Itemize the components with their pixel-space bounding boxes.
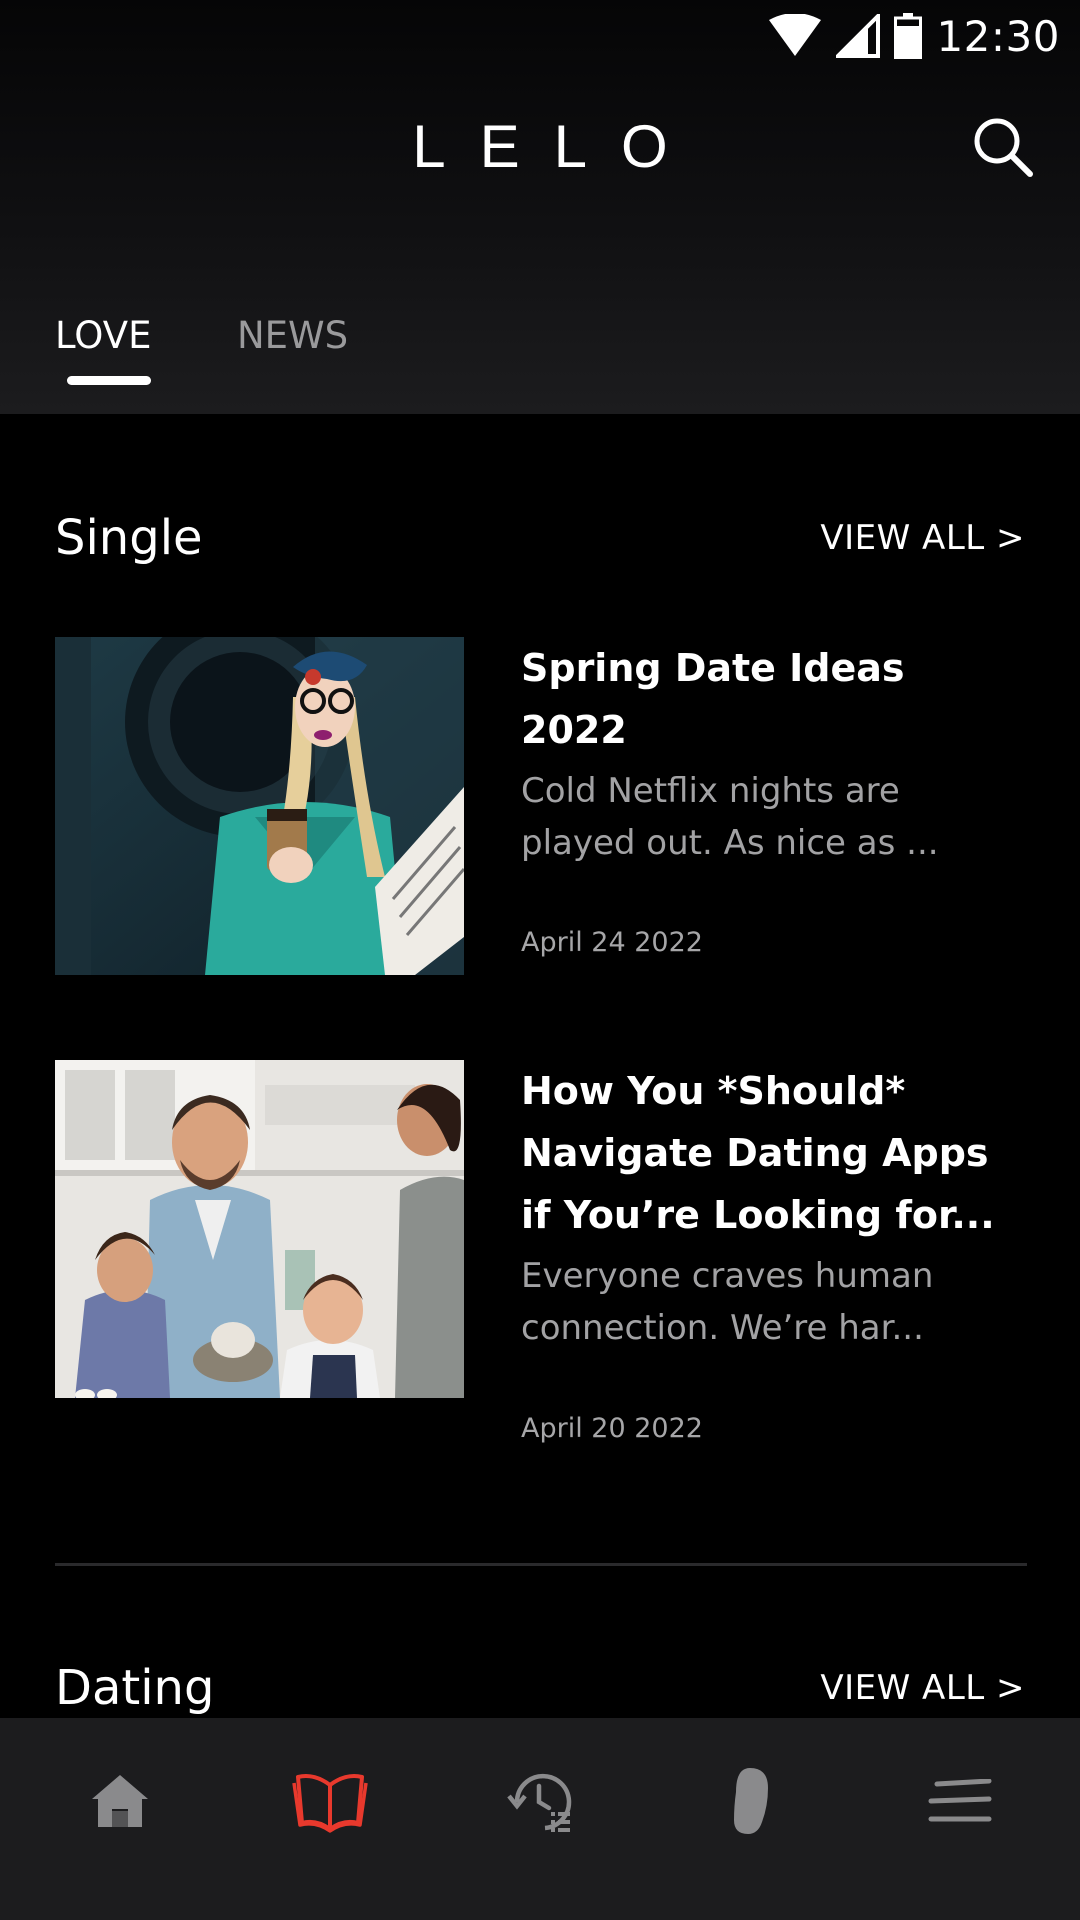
article-excerpt: Cold Netflix nights are played out. As n… — [521, 771, 939, 863]
section-divider — [55, 1563, 1027, 1566]
top-area: 12:30 LELO LOVE NEWS — [0, 0, 1080, 414]
view-all-link[interactable]: VIEW ALL > — [820, 518, 1025, 558]
tab-news[interactable]: NEWS — [237, 314, 348, 357]
category-tabs: LOVE NEWS — [0, 300, 1080, 414]
article-card[interactable]: Spring Date Ideas 2022 Cold Netflix nigh… — [55, 637, 1025, 977]
status-icons: 12:30 — [768, 10, 1060, 62]
device-icon — [734, 1768, 768, 1834]
nav-menu[interactable] — [910, 1756, 1010, 1846]
menu-icon — [928, 1779, 992, 1822]
woman-with-coffee-image — [55, 637, 464, 975]
home-icon — [92, 1775, 148, 1827]
article-excerpt: Everyone craves human connection. We’re … — [521, 1256, 934, 1348]
open-book-icon — [292, 1774, 368, 1833]
app-header: LELO — [0, 100, 1080, 200]
section-title: Single — [55, 510, 203, 566]
article-thumbnail — [55, 1060, 464, 1398]
nav-device[interactable] — [700, 1756, 800, 1846]
article-date: April 20 2022 — [521, 1413, 703, 1444]
wifi-icon — [769, 14, 822, 56]
tab-love[interactable]: LOVE — [55, 314, 151, 357]
family-in-kitchen-image — [55, 1060, 464, 1398]
article-date: April 24 2022 — [521, 927, 703, 958]
lelo-logo: LELO — [412, 113, 702, 180]
article-title: How You *Should* Navigate Dating Apps if… — [521, 1069, 995, 1237]
bottom-navigation — [0, 1718, 1080, 1920]
nav-home[interactable] — [70, 1756, 170, 1846]
article-text: How You *Should* Navigate Dating Apps if… — [521, 1060, 1021, 1354]
nav-history[interactable] — [490, 1756, 590, 1846]
status-time: 12:30 — [936, 11, 1060, 61]
nav-articles[interactable] — [280, 1756, 380, 1846]
article-title: Spring Date Ideas 2022 — [521, 646, 905, 752]
article-card[interactable]: How You *Should* Navigate Dating Apps if… — [55, 1060, 1025, 1444]
article-text: Spring Date Ideas 2022 Cold Netflix nigh… — [521, 637, 1021, 869]
battery-icon — [894, 13, 923, 59]
search-icon — [974, 118, 1033, 177]
history-icon — [507, 1773, 572, 1832]
active-tab-indicator — [67, 376, 151, 385]
view-all-link[interactable]: VIEW ALL > — [820, 1668, 1025, 1708]
article-thumbnail — [55, 637, 464, 975]
section-header-single: Single VIEW ALL > — [55, 510, 1025, 580]
search-button[interactable] — [970, 114, 1036, 180]
status-bar: 12:30 — [0, 0, 1080, 72]
section-title: Dating — [55, 1660, 215, 1716]
cellular-signal-icon — [836, 14, 881, 58]
